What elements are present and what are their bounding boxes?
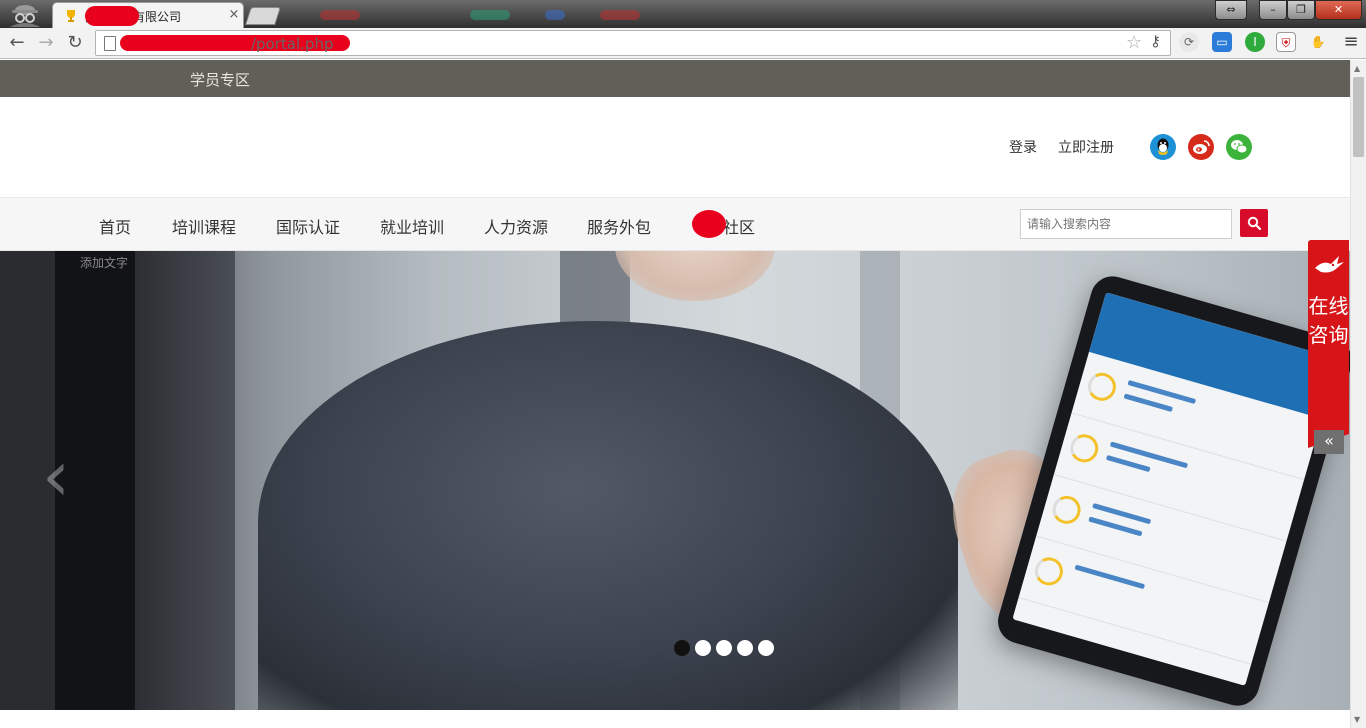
- background-tab-blur: [320, 10, 360, 20]
- student-area-link[interactable]: 学员专区: [190, 69, 250, 90]
- online-consult-button[interactable]: 在线咨询: [1308, 240, 1349, 434]
- scroll-down-arrow-icon[interactable]: ▼: [1354, 715, 1360, 724]
- extension-shield-icon[interactable]: ⛨: [1276, 32, 1296, 52]
- nav-item-certification[interactable]: 国际认证: [276, 214, 340, 238]
- window-extra-button[interactable]: ⇔: [1215, 0, 1247, 20]
- extension-sync-icon[interactable]: ⟳: [1179, 32, 1199, 52]
- nav-item-courses[interactable]: 培训课程: [172, 214, 236, 238]
- main-nav: 首页 培训课程 国际认证 就业培训 人力资源 服务外包 社区: [0, 197, 1350, 251]
- reload-button[interactable]: ↻: [64, 32, 86, 54]
- address-bar[interactable]: /portal.php ☆ ⚷: [95, 30, 1171, 56]
- slider-dot[interactable]: [695, 640, 711, 656]
- banner-caption: 添加文字: [80, 256, 129, 270]
- login-link[interactable]: 登录: [1009, 137, 1037, 157]
- hero-banner: 添加文字 ‹: [0, 251, 1350, 710]
- nav-item-employment[interactable]: 就业培训: [380, 214, 444, 238]
- redaction-mark: [85, 6, 139, 26]
- scroll-thumb[interactable]: [1353, 77, 1364, 157]
- slider-dot[interactable]: [716, 640, 732, 656]
- search-button[interactable]: [1240, 209, 1268, 237]
- nav-item-community[interactable]: 社区: [723, 214, 755, 238]
- banner-image: [135, 251, 235, 710]
- background-tab-blur: [470, 10, 510, 20]
- new-tab-button[interactable]: [245, 7, 281, 25]
- page-scrollbar[interactable]: ▲ ▼: [1350, 60, 1366, 728]
- slider-dots: [674, 640, 774, 656]
- scroll-up-arrow-icon[interactable]: ▲: [1354, 64, 1360, 73]
- slider-prev-arrow[interactable]: ‹: [42, 441, 70, 511]
- trophy-icon: [63, 8, 79, 24]
- key-icon[interactable]: ⚷: [1150, 32, 1161, 50]
- browser-toolbar: ← → ↻ /portal.php ☆ ⚷ ⟳ ▭ I ⛨ ✋ ≡: [0, 28, 1366, 59]
- weibo-icon[interactable]: [1188, 134, 1214, 160]
- online-consult-label: 在线咨询: [1308, 294, 1349, 347]
- wechat-icon[interactable]: [1226, 134, 1252, 160]
- bookmark-star-icon[interactable]: ☆: [1126, 32, 1142, 53]
- banner-tablet-image: [992, 271, 1350, 710]
- browser-titlebar: 网络技术有限公司 × ⇔ – ❐ ✕: [0, 0, 1366, 28]
- window-close-button[interactable]: ✕: [1315, 0, 1362, 20]
- background-tab-blur: [600, 10, 640, 20]
- extension-puzzle-icon[interactable]: ✋: [1308, 32, 1328, 52]
- extension-idm-icon[interactable]: I: [1245, 32, 1265, 52]
- site-header: 登录 立即注册: [0, 97, 1350, 197]
- banner-image: [615, 251, 775, 301]
- search-icon: [1247, 216, 1261, 230]
- nav-item-hr[interactable]: 人力资源: [484, 214, 548, 238]
- nav-item-outsourcing[interactable]: 服务外包: [587, 214, 651, 238]
- browser-menu-icon[interactable]: ≡: [1341, 32, 1361, 52]
- consult-collapse-button[interactable]: «: [1314, 430, 1344, 454]
- incognito-icon: [6, 1, 44, 27]
- search-input[interactable]: [1020, 209, 1232, 239]
- web-page: 学员专区 登录 立即注册 首页 培训课程 国际认证 就业培训 人力资源 服务外包…: [0, 60, 1350, 728]
- register-link[interactable]: 立即注册: [1058, 137, 1114, 157]
- back-button[interactable]: ←: [6, 32, 28, 54]
- browser-tab[interactable]: 网络技术有限公司 ×: [52, 2, 244, 28]
- slider-dot[interactable]: [737, 640, 753, 656]
- top-strip: 学员专区: [0, 60, 1350, 97]
- nav-item-home[interactable]: 首页: [99, 214, 131, 238]
- background-tab-blur: [545, 10, 565, 20]
- bird-icon: [1313, 254, 1345, 278]
- tab-close-button[interactable]: ×: [227, 8, 241, 22]
- window-maximize-button[interactable]: ❐: [1287, 0, 1315, 20]
- extension-window-icon[interactable]: ▭: [1212, 32, 1232, 52]
- window-minimize-button[interactable]: –: [1259, 0, 1287, 20]
- slider-dot[interactable]: [758, 640, 774, 656]
- redaction-mark: [692, 210, 726, 238]
- forward-button[interactable]: →: [35, 32, 57, 54]
- qq-icon[interactable]: [1150, 134, 1176, 160]
- slider-dot[interactable]: [674, 640, 690, 656]
- banner-image: [258, 321, 958, 710]
- page-icon: [104, 36, 116, 51]
- url-text: /portal.php: [251, 35, 334, 53]
